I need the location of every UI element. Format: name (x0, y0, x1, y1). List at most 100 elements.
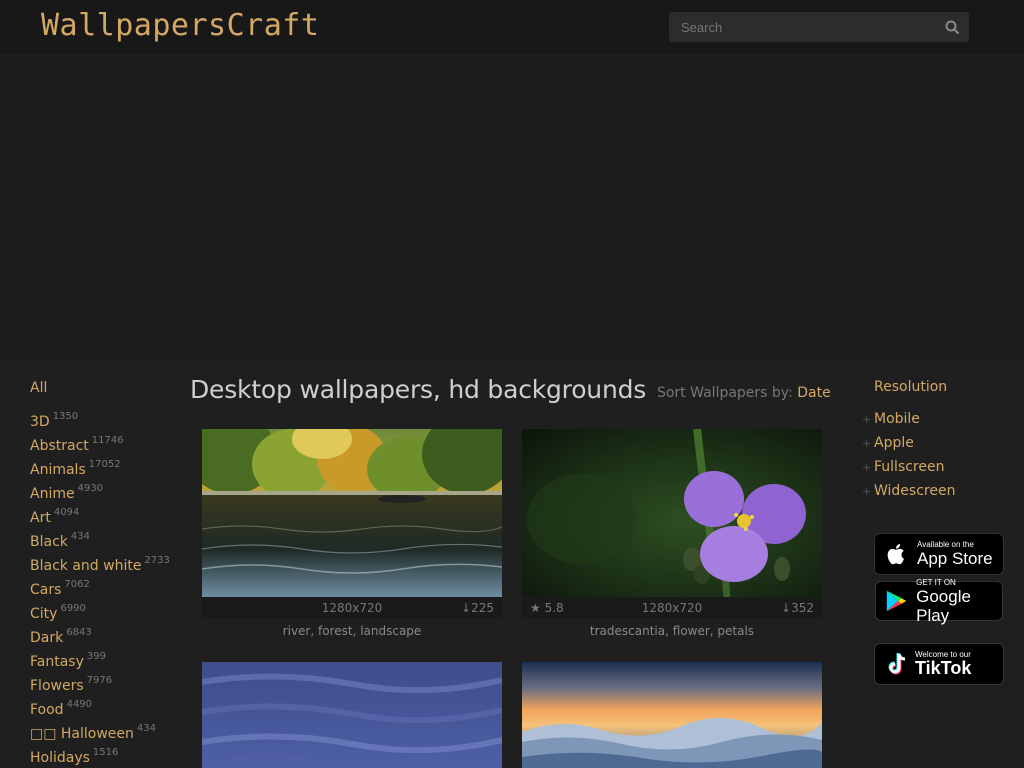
category-all[interactable]: All (30, 378, 180, 402)
apple-icon (887, 544, 904, 565)
category-name: Dark (30, 630, 64, 646)
purple-flower-image (522, 429, 822, 597)
category-item[interactable]: Black 434 (30, 529, 180, 553)
sort-value-link[interactable]: Date (797, 385, 830, 401)
wallpaper-resolution: 1280x720 (641, 601, 703, 615)
category-item[interactable]: Dark 6843 (30, 625, 180, 649)
category-item[interactable]: Cars 7062 (30, 577, 180, 601)
category-count: 434 (70, 531, 90, 542)
category-count: 434 (136, 723, 156, 734)
category-count: 4930 (77, 483, 104, 494)
tiktok-badge[interactable]: Welcome to our TikTok (874, 643, 1004, 685)
search-button[interactable] (935, 12, 969, 42)
resolution-item-label: Widescreen (874, 483, 956, 499)
category-count: 6990 (60, 603, 86, 614)
wallpaper-thumbnail-flower[interactable] (522, 429, 822, 597)
category-item[interactable]: Food 4490 (30, 697, 180, 721)
wallpaper-downloads: ↓352 (781, 601, 814, 615)
category-name: Black and white (30, 558, 142, 574)
plus-icon: + (862, 413, 872, 426)
wallpaper-tags[interactable]: river, forest, landscape (202, 619, 502, 641)
resolution-item-apple[interactable]: + Apple (862, 432, 955, 456)
category-name: Cars (30, 582, 62, 598)
ad-banner-area (0, 54, 1024, 359)
category-name: Black (30, 534, 68, 550)
wallpaper-resolution: 1280x720 (321, 601, 383, 615)
category-item[interactable]: Abstract 11746 (30, 433, 180, 457)
category-name: Abstract (30, 438, 89, 454)
site-logo[interactable]: WallpapersCraft (41, 8, 319, 43)
category-count: 4490 (66, 699, 93, 710)
category-count: 4094 (53, 507, 80, 518)
wallpaper-info-bar: 1280x720 ↓225 (202, 597, 502, 619)
tiktok-icon (888, 653, 906, 675)
category-name: Fantasy (30, 654, 84, 670)
resolution-heading[interactable]: Resolution (874, 379, 947, 395)
category-name: Holidays (30, 750, 90, 766)
resolution-list: + Mobile + Apple + Fullscreen + Widescreen (862, 408, 955, 504)
tiktok-text: Welcome to our TikTok (915, 650, 971, 678)
category-name: □□ Halloween (30, 726, 134, 742)
category-item[interactable]: Black and white 2733 (30, 553, 180, 577)
category-item[interactable]: Fantasy 399 (30, 649, 180, 673)
wallpaper-card (202, 662, 502, 768)
sort-label: Sort Wallpapers by: (657, 385, 793, 401)
wallpaper-info-bar: ★ 5.8 1280x720 ↓352 (522, 597, 822, 619)
category-name: Food (30, 702, 64, 718)
tiktok-big-text: TikTok (915, 658, 972, 678)
wallpaper-downloads: ↓225 (461, 601, 494, 615)
wallpaper-card (522, 662, 822, 768)
category-item[interactable]: Holidays 1516 (30, 745, 180, 768)
wallpaper-tags[interactable]: tradescantia, flower, petals (522, 619, 822, 641)
header: WallpapersCraft (0, 0, 1024, 54)
google-play-text: GET IT ON Google Play (916, 578, 1002, 625)
category-count: 399 (86, 651, 106, 662)
category-item[interactable]: Animals 17052 (30, 457, 180, 481)
category-count: 7062 (64, 579, 90, 590)
category-item[interactable]: Art 4094 (30, 505, 180, 529)
blue-fabric-image (202, 662, 502, 768)
plus-icon: + (862, 485, 872, 498)
wallpaper-thumbnail-fabric[interactable] (202, 662, 502, 768)
category-name: Art (30, 510, 51, 526)
google-play-big-text: Google Play (916, 586, 971, 625)
sort-control: Sort Wallpapers by: Date (657, 385, 831, 401)
wallpaper-thumbnail-river[interactable] (202, 429, 502, 597)
google-play-icon (886, 590, 907, 612)
plus-icon: + (862, 437, 872, 450)
page-title: Desktop wallpapers, hd backgrounds (190, 375, 647, 404)
app-store-big-text: App Store (917, 549, 993, 568)
category-count: 1516 (92, 747, 119, 758)
app-store-text: Available on the App Store (917, 540, 993, 568)
search-box (669, 12, 969, 42)
category-count: 11746 (91, 435, 124, 446)
app-store-badge[interactable]: Available on the App Store (874, 533, 1004, 575)
google-play-small-text: GET IT ON (916, 577, 956, 587)
resolution-item-label: Fullscreen (874, 459, 945, 475)
category-item[interactable]: Anime 4930 (30, 481, 180, 505)
category-name: Flowers (30, 678, 84, 694)
category-item[interactable]: 3D 1350 (30, 409, 180, 433)
google-play-badge[interactable]: GET IT ON Google Play (875, 578, 1003, 625)
category-item[interactable]: Flowers 7976 (30, 673, 180, 697)
resolution-item-label: Mobile (874, 411, 920, 427)
resolution-item-widescreen[interactable]: + Widescreen (862, 480, 955, 504)
category-list: All 3D 1350 Abstract 11746 Animals 17052 An… (30, 378, 180, 768)
sunset-clouds-image (522, 662, 822, 768)
search-icon (945, 20, 959, 34)
app-store-small-text: Available on the (917, 540, 974, 549)
resolution-item-fullscreen[interactable]: + Fullscreen (862, 456, 955, 480)
river-forest-image (202, 429, 502, 597)
category-name: 3D (30, 414, 50, 430)
category-count: 6843 (66, 627, 92, 638)
category-count: 17052 (88, 459, 121, 470)
category-count: 1350 (52, 411, 79, 422)
category-item[interactable]: □□ Halloween 434 (30, 721, 180, 745)
wallpaper-thumbnail-clouds[interactable] (522, 662, 822, 768)
resolution-item-mobile[interactable]: + Mobile (862, 408, 955, 432)
category-item[interactable]: City 6990 (30, 601, 180, 625)
wallpaper-card: 1280x720 ↓225 river, forest, landscape (202, 429, 502, 641)
category-name: Anime (30, 486, 75, 502)
search-input[interactable] (669, 12, 937, 42)
wallpaper-card: ★ 5.8 1280x720 ↓352 tradescantia, flower… (522, 429, 822, 641)
